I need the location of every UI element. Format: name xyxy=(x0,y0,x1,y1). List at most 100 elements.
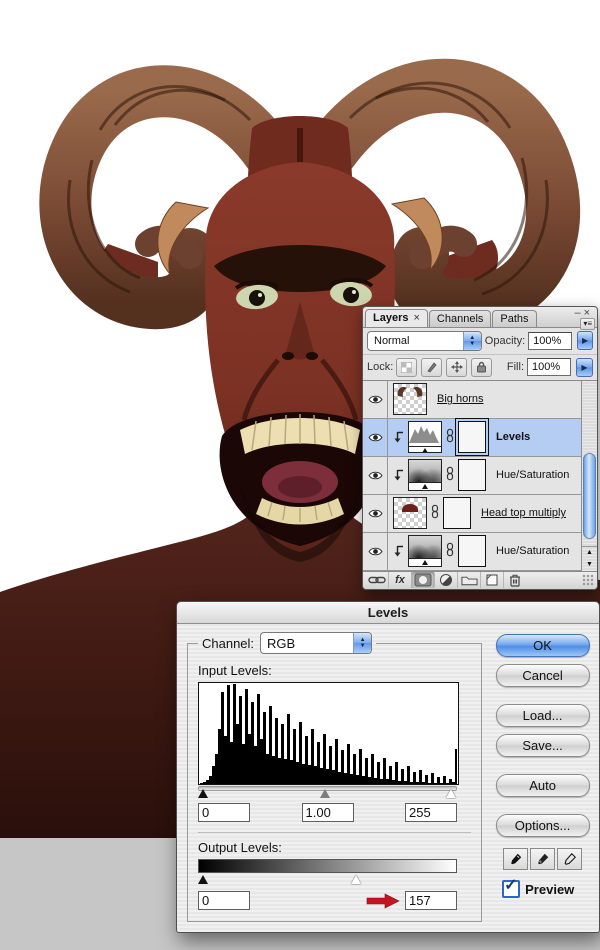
hue-saturation-thumbnail[interactable] xyxy=(408,459,442,492)
checkmark-icon: ✓ xyxy=(504,877,518,894)
input-gamma-field[interactable]: 1.00 xyxy=(301,803,354,822)
input-black-slider[interactable] xyxy=(198,789,208,798)
channel-value: RGB xyxy=(267,635,296,651)
channel-label: Channel: xyxy=(202,635,255,651)
visibility-toggle[interactable] xyxy=(363,456,388,494)
clipping-mask-icon xyxy=(393,545,404,557)
visibility-toggle[interactable] xyxy=(363,494,388,532)
new-adjustment-layer-icon[interactable] xyxy=(435,572,458,589)
scroll-up-icon[interactable]: ▲ xyxy=(586,549,593,556)
opacity-input[interactable]: 100% xyxy=(528,331,573,350)
scroll-down-icon[interactable]: ▼ xyxy=(586,561,593,568)
stepper-icon: ▲ ▼ xyxy=(353,633,372,653)
eye-icon xyxy=(368,433,382,442)
lock-move-button[interactable] xyxy=(446,357,468,377)
layer-mask-thumbnail[interactable] xyxy=(455,418,489,457)
layer-thumbnail[interactable] xyxy=(393,497,427,530)
fill-slider-button[interactable]: ▶ xyxy=(576,357,593,377)
tab-close-icon[interactable]: × xyxy=(413,312,419,324)
new-group-icon[interactable] xyxy=(458,572,481,589)
visibility-toggle[interactable] xyxy=(363,380,388,418)
layers-scrollbar[interactable]: ▲ ▼ xyxy=(581,380,597,571)
visibility-toggle[interactable] xyxy=(363,532,388,570)
output-white-slider[interactable] xyxy=(351,875,361,884)
layer-thumbnail[interactable] xyxy=(393,383,427,416)
eye-icon xyxy=(368,471,382,480)
options-button[interactable]: Options... xyxy=(495,814,590,837)
output-levels-label: Output Levels: xyxy=(198,840,282,855)
lock-row: Lock: Fill: 100% ▶ xyxy=(363,355,597,381)
layer-name[interactable]: Levels xyxy=(496,431,530,443)
layer-row-head-top-multiply[interactable]: Head top multiply xyxy=(363,494,581,533)
layer-name[interactable]: Big horns xyxy=(437,393,483,405)
layer-row-hue-saturation-1[interactable]: Hue/Saturation xyxy=(363,456,581,495)
tab-channels[interactable]: Channels xyxy=(428,309,492,327)
gray-point-eyedropper-icon[interactable] xyxy=(530,848,556,870)
new-layer-icon[interactable] xyxy=(481,572,504,589)
mask-link-icon xyxy=(446,542,454,560)
layer-list: Big horns Levels Hue/Saturation Head top… xyxy=(363,380,597,571)
layer-mask-thumbnail[interactable] xyxy=(458,459,486,492)
output-sliders xyxy=(198,874,457,887)
load-button[interactable]: Load... xyxy=(495,704,590,727)
output-black-field[interactable]: 0 xyxy=(198,891,250,910)
output-black-slider[interactable] xyxy=(198,875,208,884)
opacity-slider-button[interactable]: ▶ xyxy=(577,331,593,351)
black-point-eyedropper-icon[interactable] xyxy=(503,848,529,870)
layer-row-big-horns[interactable]: Big horns xyxy=(363,380,581,419)
tab-layers-label: Layers xyxy=(373,311,409,324)
output-white-field[interactable]: 157 xyxy=(405,891,457,910)
white-point-eyedropper-icon[interactable] xyxy=(557,848,583,870)
scrollbar-thumb[interactable] xyxy=(583,452,596,539)
levels-dialog: Levels Channel: RGB ▲ ▼ Input Levels: 0 … xyxy=(176,601,600,933)
save-button[interactable]: Save... xyxy=(495,734,590,757)
lock-transparency-button[interactable] xyxy=(396,357,418,377)
preview-option[interactable]: ✓ Preview xyxy=(502,877,574,898)
blend-mode-select[interactable]: Normal ▲ ▼ xyxy=(367,330,482,351)
levels-adjustment-thumbnail[interactable] xyxy=(408,421,442,454)
layer-row-levels[interactable]: Levels xyxy=(363,418,581,457)
layer-name[interactable]: Hue/Saturation xyxy=(496,545,569,557)
auto-button[interactable]: Auto xyxy=(495,774,590,797)
mask-link-icon xyxy=(431,504,439,522)
blend-mode-row: Normal ▲ ▼ Opacity: 100% ▶ xyxy=(363,328,597,355)
layer-name[interactable]: Hue/Saturation xyxy=(496,469,569,481)
layer-row-hue-saturation-2[interactable]: Hue/Saturation xyxy=(363,532,581,571)
visibility-toggle[interactable] xyxy=(363,418,388,456)
annotation-arrow-icon xyxy=(366,893,400,909)
eye-icon xyxy=(368,509,382,518)
cancel-button[interactable]: Cancel xyxy=(495,664,590,687)
panel-menu-icon[interactable]: ▾≡ xyxy=(580,318,595,330)
fill-label: Fill: xyxy=(506,361,524,374)
lock-all-button[interactable] xyxy=(471,357,493,377)
layer-name[interactable]: Head top multiply xyxy=(481,507,566,519)
layer-mask-thumbnail[interactable] xyxy=(443,497,471,530)
eye-icon xyxy=(368,395,382,404)
input-gamma-slider[interactable] xyxy=(320,789,330,798)
preview-checkbox[interactable]: ✓ xyxy=(502,877,521,898)
add-layer-mask-icon[interactable] xyxy=(412,572,435,589)
input-black-field[interactable]: 0 xyxy=(198,803,250,822)
photoshop-workspace: Layers × Channels Paths –× ▾≡ Normal ▲ ▼ O… xyxy=(0,0,600,950)
layer-mask-thumbnail[interactable] xyxy=(458,535,486,568)
tab-layers[interactable]: Layers × xyxy=(365,308,428,327)
input-white-slider[interactable] xyxy=(446,789,456,798)
dialog-titlebar[interactable]: Levels xyxy=(177,602,599,624)
layers-panel: Layers × Channels Paths –× ▾≡ Normal ▲ ▼ O… xyxy=(362,306,598,590)
layers-panel-tabbar: Layers × Channels Paths –× ▾≡ xyxy=(363,307,597,330)
fill-input[interactable]: 100% xyxy=(527,358,571,377)
hue-saturation-thumbnail[interactable] xyxy=(408,535,442,568)
ok-button[interactable]: OK xyxy=(495,634,590,657)
mask-link-icon xyxy=(446,466,454,484)
eye-icon xyxy=(368,547,382,556)
channel-select[interactable]: RGB ▲ ▼ xyxy=(260,632,373,654)
lock-paint-button[interactable] xyxy=(421,357,443,377)
tab-paths[interactable]: Paths xyxy=(492,309,537,327)
layer-style-icon[interactable]: fx xyxy=(389,572,412,589)
layers-panel-footer: fx xyxy=(363,570,597,589)
input-white-field[interactable]: 255 xyxy=(405,803,457,822)
input-levels-label: Input Levels: xyxy=(198,663,272,678)
delete-layer-icon[interactable] xyxy=(504,572,526,588)
panel-resize-grip[interactable] xyxy=(582,574,594,587)
link-layers-icon[interactable] xyxy=(366,572,389,589)
